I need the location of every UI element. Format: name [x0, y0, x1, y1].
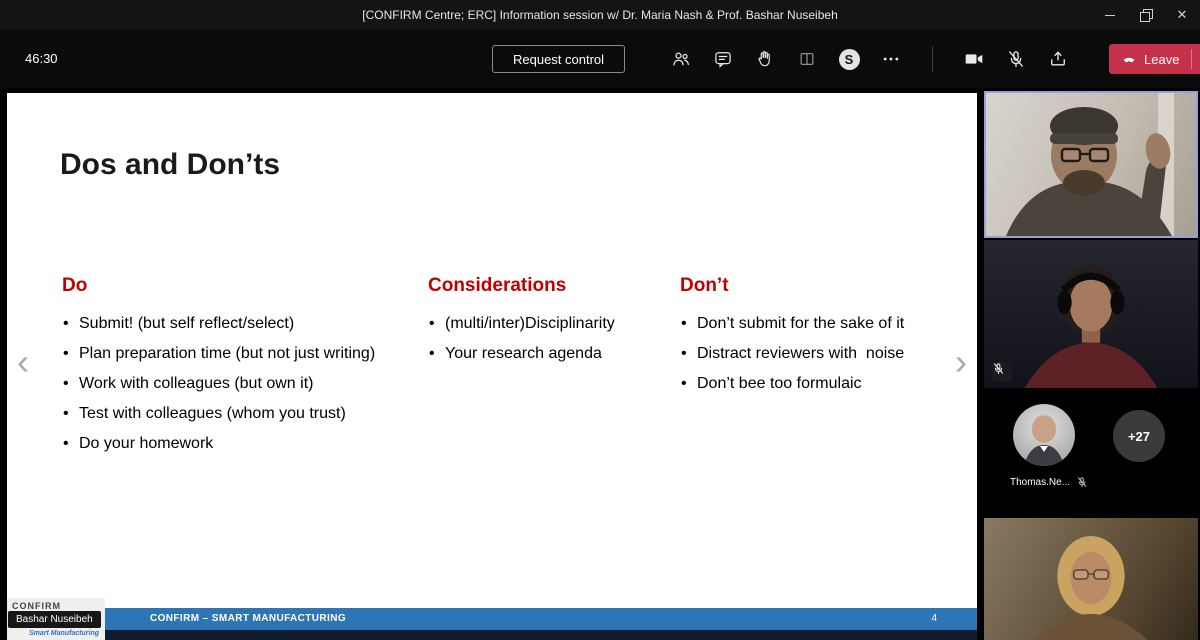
- avatar-tile: +27 Thomas.Ne...: [984, 390, 1198, 516]
- bullet-item: Submit! (but self reflect/select): [62, 309, 428, 339]
- more-options-icon: [883, 57, 899, 61]
- participants-button[interactable]: [670, 48, 692, 70]
- column-heading: Don’t: [680, 275, 729, 296]
- camera-icon: [965, 54, 983, 64]
- camera-button[interactable]: [963, 48, 985, 70]
- presenter-name-tag: Bashar Nuseibeh: [8, 611, 101, 628]
- share-icon: [1051, 51, 1065, 66]
- minimize-button[interactable]: [1092, 0, 1128, 30]
- restore-button[interactable]: [1128, 0, 1164, 30]
- footer-dark-strip: [7, 630, 977, 640]
- skype-app-button[interactable]: S: [838, 48, 860, 70]
- shared-slide: Dos and Don’ts Do Submit! (but self refl…: [7, 93, 977, 640]
- column-dont: Don’t Don’t submit for the sake of itDis…: [680, 275, 947, 459]
- rooms-button[interactable]: [796, 48, 818, 70]
- chat-button[interactable]: [712, 48, 734, 70]
- window-title: [CONFIRM Centre; ERC] Information sessio…: [362, 8, 838, 22]
- window-controls: ✕: [1092, 0, 1200, 30]
- person-silhouette-headphones: [1024, 265, 1158, 388]
- mic-muted-badge: [992, 362, 1012, 382]
- slide-title: Dos and Don’ts: [60, 148, 281, 181]
- chevron-left-icon: ‹: [17, 341, 29, 382]
- slide-footer-bar: CONFIRM – SMART MANUFACTURING 4: [7, 608, 977, 630]
- leave-label: Leave: [1144, 51, 1180, 67]
- mic-off-icon: [1077, 477, 1087, 487]
- participants-sidebar: +27 Thomas.Ne...: [982, 90, 1200, 640]
- bullet-item: Test with colleagues (whom you trust): [62, 399, 428, 429]
- request-control-button[interactable]: Request control: [492, 45, 626, 73]
- video-tile-1[interactable]: [984, 91, 1198, 238]
- bullet-item: Plan preparation time (but not just writ…: [62, 339, 428, 369]
- column-heading: Do: [62, 275, 88, 296]
- chat-icon: [715, 52, 731, 68]
- toolbar-icons: S Leave: [670, 30, 1200, 88]
- next-slide-button[interactable]: ›: [951, 343, 971, 383]
- bullet-list: Submit! (but self reflect/select)Plan pr…: [62, 309, 428, 459]
- restore-icon: [1140, 9, 1153, 22]
- mic-off-icon: [1009, 51, 1023, 68]
- overflow-count-badge[interactable]: +27: [1113, 410, 1165, 462]
- bullet-item: (multi/inter)Disciplinarity: [428, 309, 680, 339]
- column-do: Do Submit! (but self reflect/select)Plan…: [62, 275, 428, 459]
- skype-app-icon: S: [838, 48, 860, 70]
- leave-main[interactable]: Leave: [1109, 44, 1191, 74]
- participant-name: Thomas.Ne...: [1009, 476, 1071, 488]
- person-silhouette-blonde: [1034, 536, 1148, 640]
- logo-subtitle: Smart Manufacturing: [29, 630, 100, 637]
- meeting-toolbar: 46:30 Request control S Leave: [0, 30, 1200, 88]
- slide-columns: Do Submit! (but self reflect/select)Plan…: [62, 275, 947, 459]
- page-number: 4: [931, 613, 937, 624]
- prev-slide-button[interactable]: ‹: [13, 343, 33, 383]
- video-tile-3[interactable]: [984, 518, 1198, 640]
- bullet-item: Don’t submit for the sake of it: [680, 309, 947, 339]
- reactions-button[interactable]: [754, 48, 776, 70]
- column-heading: Considerations: [428, 275, 567, 296]
- bullet-item: Don’t bee too formulaic: [680, 369, 947, 399]
- avatar-photo: [1024, 414, 1064, 466]
- video-tile-2[interactable]: [984, 240, 1198, 388]
- column-considerations: Considerations (multi/inter)Disciplinari…: [428, 275, 680, 459]
- share-button[interactable]: [1047, 48, 1069, 70]
- bullet-item: Do your homework: [62, 429, 428, 459]
- leave-button[interactable]: Leave: [1109, 44, 1200, 74]
- bullet-item: Distract reviewers with noise: [680, 339, 947, 369]
- person-silhouette-beanie: [1006, 93, 1174, 236]
- hang-up-icon: [1123, 57, 1135, 63]
- participants-icon: [673, 52, 689, 66]
- meeting-timer: 46:30: [25, 51, 58, 66]
- participant-name-row: Thomas.Ne...: [984, 476, 1114, 488]
- logo-title: CONFIRM: [12, 601, 61, 611]
- mic-button[interactable]: [1005, 48, 1027, 70]
- leave-menu-button[interactable]: [1192, 44, 1200, 74]
- teams-meeting-window: [CONFIRM Centre; ERC] Information sessio…: [0, 0, 1200, 640]
- participant-avatar[interactable]: [1013, 404, 1075, 466]
- request-control-label: Request control: [513, 51, 605, 67]
- footer-text: CONFIRM – SMART MANUFACTURING: [150, 613, 347, 624]
- bullet-list: Don’t submit for the sake of itDistract …: [680, 309, 947, 399]
- more-options-button[interactable]: [880, 48, 902, 70]
- mic-off-icon: [993, 363, 1004, 374]
- chevron-right-icon: ›: [955, 341, 967, 382]
- toolbar-divider: [932, 46, 933, 72]
- minimize-icon: [1105, 14, 1115, 16]
- close-icon: ✕: [1176, 7, 1188, 22]
- titlebar: [CONFIRM Centre; ERC] Information sessio…: [0, 0, 1200, 30]
- close-button[interactable]: ✕: [1164, 0, 1200, 30]
- bullet-item: Your research agenda: [428, 339, 680, 369]
- raised-hand-icon: [758, 51, 770, 67]
- breakout-rooms-icon: [800, 52, 814, 66]
- bullet-item: Work with colleagues (but own it): [62, 369, 428, 399]
- bullet-list: (multi/inter)DisciplinarityYour research…: [428, 309, 680, 369]
